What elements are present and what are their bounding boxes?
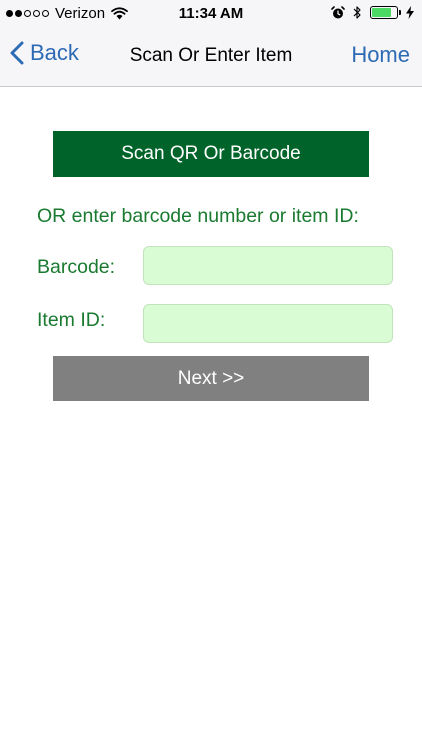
bluetooth-icon [353,6,361,19]
navigation-bar: Back Scan Or Enter Item Home [0,28,422,86]
barcode-input[interactable] [143,246,393,285]
scan-qr-barcode-button[interactable]: Scan QR Or Barcode [53,131,369,177]
charging-bolt-icon [406,6,414,19]
manual-entry-instruction: OR enter barcode number or item ID: [37,205,359,227]
home-button[interactable]: Home [351,42,410,68]
item-id-label: Item ID: [37,309,106,331]
barcode-label: Barcode: [37,256,116,278]
item-id-input[interactable] [143,304,393,343]
status-icons [331,5,414,20]
top-area: Verizon 11:34 AM Back Scan Or Enter Item… [0,0,422,87]
alarm-clock-icon [331,5,345,18]
next-button[interactable]: Next >> [53,356,369,401]
battery-level [372,8,392,17]
battery-icon [370,6,401,19]
status-bar: Verizon 11:34 AM [0,0,422,28]
